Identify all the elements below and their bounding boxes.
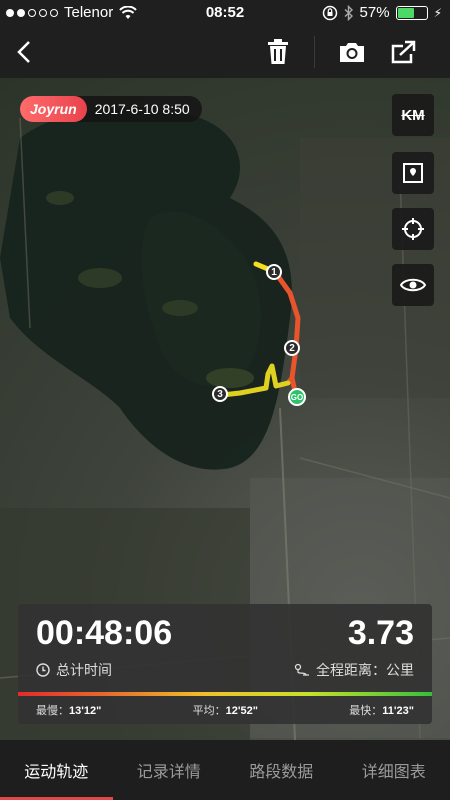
share-icon xyxy=(391,40,416,64)
screenshot-button[interactable] xyxy=(328,26,376,78)
run-stats-panel: 00:48:06 3.73 总计时间 全程距离：公里 最慢：13'12" 平均：… xyxy=(18,604,432,724)
average-pace: 平均：12'52" xyxy=(192,705,258,717)
locate-icon xyxy=(402,218,424,240)
status-bar: Telenor 08:52 57% ⚡ xyxy=(0,0,450,26)
tab-route[interactable]: 运动轨迹 xyxy=(0,740,113,800)
trash-icon xyxy=(268,39,288,64)
total-time-caption: 总计时间 xyxy=(36,660,112,680)
eye-icon xyxy=(400,278,426,292)
status-right: 57% ⚡ xyxy=(322,4,442,21)
km-toggle-icon: KM xyxy=(401,106,425,124)
joyrun-logo: Joyrun xyxy=(20,96,87,122)
km-marker-toggle[interactable]: KM xyxy=(392,94,434,136)
map-layer-icon xyxy=(403,163,423,183)
locate-button[interactable] xyxy=(392,208,434,250)
total-time-label: 总计时间 xyxy=(56,662,112,678)
bluetooth-icon xyxy=(344,4,353,21)
nav-divider xyxy=(314,36,315,68)
toggle-view-button[interactable] xyxy=(392,264,434,306)
distance-label: 全程距离：公里 xyxy=(316,662,414,678)
tab-segment-data[interactable]: 路段数据 xyxy=(225,740,338,800)
pace-summary-row: 最慢：13'12" 平均：12'52" 最快：11'23" xyxy=(36,702,414,718)
start-marker: GO xyxy=(288,388,306,406)
run-date-pill: Joyrun 2017-6-10 8:50 xyxy=(20,96,202,122)
distance-caption: 全程距离：公里 xyxy=(294,660,414,680)
route-distance-icon xyxy=(294,663,309,676)
charging-icon: ⚡ xyxy=(433,5,442,20)
total-time-value: 00:48:06 xyxy=(36,614,173,652)
delete-button[interactable] xyxy=(254,26,302,78)
pace-gradient-bar xyxy=(18,692,432,696)
route-marker-1: 1 xyxy=(266,264,282,280)
bottom-tab-bar: 运动轨迹 记录详情 路段数据 详细图表 xyxy=(0,740,450,800)
battery-icon xyxy=(395,5,428,20)
run-datetime: 2017-6-10 8:50 xyxy=(94,101,190,117)
battery-percent: 57% xyxy=(359,4,390,21)
clock-icon xyxy=(36,663,50,677)
rotation-lock-icon xyxy=(322,5,337,20)
route-marker-3: 3 xyxy=(212,386,228,402)
chevron-left-icon xyxy=(17,41,30,63)
map-layer-button[interactable] xyxy=(392,152,434,194)
slowest-pace: 最慢：13'12" xyxy=(36,705,102,717)
camera-icon xyxy=(340,43,364,62)
tab-detailed-charts[interactable]: 详细图表 xyxy=(338,740,450,800)
route-marker-2: 2 xyxy=(284,340,300,356)
back-button[interactable] xyxy=(0,26,48,78)
tab-record-details[interactable]: 记录详情 xyxy=(113,740,226,800)
fastest-pace: 最快：11'23" xyxy=(349,705,414,717)
distance-value: 3.73 xyxy=(347,614,414,652)
nav-bar xyxy=(0,26,450,78)
share-button[interactable] xyxy=(380,26,428,78)
